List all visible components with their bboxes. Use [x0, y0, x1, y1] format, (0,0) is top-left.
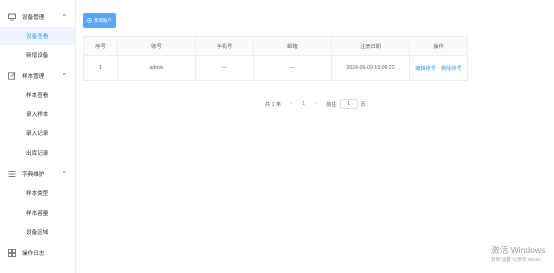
sidebar-item-entry-records[interactable]: 录入记录: [0, 124, 75, 142]
cell-phone: —: [196, 56, 254, 80]
sidebar-item-sample-capacity[interactable]: 样本容量: [0, 204, 75, 222]
list-icon: [8, 170, 16, 178]
page-number-current[interactable]: 1: [302, 101, 305, 107]
column-header: 邮箱: [254, 37, 332, 55]
grid-icon: [8, 249, 16, 257]
table-row: 1 admin — — 2024-09-09 13:09:22 编辑账号 删除账…: [84, 56, 467, 81]
pagination: 共 1 条 < 1 > 前往 1 页: [265, 99, 366, 109]
sidebar-group-label: 字典维护: [22, 172, 45, 178]
sidebar: 设备管理 ^ 设备查看 新增设备 样本管理 ^ 样本查看 录入样本 录入记录 出…: [0, 0, 76, 273]
table-header: 序号 账号 手机号 邮箱 注册日期 操作: [84, 37, 467, 56]
accounts-table: 序号 账号 手机号 邮箱 注册日期 操作 1 admin — — 2024-09…: [83, 36, 468, 81]
pagination-jumper: 前往 1 页: [326, 99, 366, 109]
goto-label: 前往: [326, 101, 337, 108]
sidebar-item-sample-entry[interactable]: 录入样本: [0, 105, 75, 123]
column-header: 手机号: [196, 37, 254, 55]
windows-activation-watermark: 激活 Windows 转到"设置"以激活 Windo: [491, 244, 545, 263]
sidebar-group-label: 样本管理: [22, 74, 45, 80]
delete-account-link[interactable]: 删除账号: [441, 65, 462, 72]
sidebar-item-device-add[interactable]: 新增设备: [0, 46, 75, 64]
sidebar-item-sample-type[interactable]: 样本类型: [0, 184, 75, 202]
edit-account-link[interactable]: 编辑账号: [415, 65, 436, 72]
plus-circle-icon: [87, 17, 93, 24]
page-unit-label: 页: [360, 101, 366, 108]
column-header: 序号: [84, 37, 118, 55]
prev-page-icon[interactable]: <: [290, 101, 293, 107]
sidebar-item-operation-log[interactable]: 操作日志: [0, 243, 75, 263]
column-header: 注册日期: [332, 37, 410, 55]
monitor-icon: [8, 13, 16, 21]
column-header: 账号: [118, 37, 196, 55]
cell-index: 1: [84, 56, 118, 80]
watermark-line2: 转到"设置"以激活 Windo: [491, 257, 541, 262]
sidebar-group-device[interactable]: 设备管理 ^: [0, 7, 75, 27]
sidebar-item-device-view[interactable]: 设备查看: [0, 27, 75, 45]
sidebar-group-label: 设备管理: [22, 15, 45, 21]
cell-email: —: [254, 56, 332, 80]
sidebar-item-outbound-records[interactable]: 出库记录: [0, 144, 75, 162]
add-account-label: 新增账户: [94, 17, 112, 23]
watermark-line1: 激活 Windows: [491, 245, 546, 255]
pagination-total: 共 1 条: [265, 101, 282, 108]
cell-actions: 编辑账号 删除账号: [410, 56, 467, 80]
sidebar-item-sample-view[interactable]: 样本查看: [0, 86, 75, 104]
page-jump-input[interactable]: 1: [339, 99, 358, 109]
add-account-button[interactable]: 新增账户: [83, 13, 116, 28]
chevron-up-icon: ^: [63, 171, 66, 177]
chevron-up-icon: ^: [63, 14, 66, 20]
sidebar-group-sample[interactable]: 样本管理 ^: [0, 66, 75, 86]
chevron-up-icon: ^: [63, 73, 66, 79]
column-header: 操作: [433, 43, 444, 50]
sidebar-item-label: 操作日志: [22, 251, 45, 257]
cell-register-date: 2024-09-09 13:09:22: [332, 56, 410, 80]
sidebar-group-dictionary[interactable]: 字典维护 ^: [0, 164, 75, 184]
cell-account: admin: [118, 56, 196, 80]
next-page-icon[interactable]: >: [314, 101, 317, 107]
edit-icon: [8, 72, 16, 80]
sidebar-item-device-area[interactable]: 设备区域: [0, 223, 75, 241]
